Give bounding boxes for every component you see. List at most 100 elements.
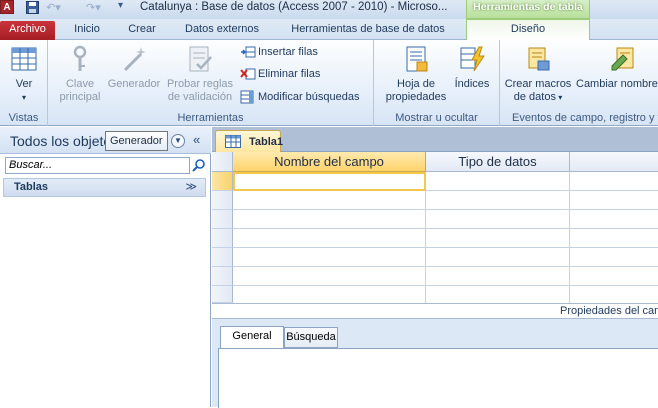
description-cell[interactable]: [570, 191, 658, 210]
hoja-propiedades-button[interactable]: Hoja de propiedades: [378, 44, 454, 104]
group-mostrar-ocultar: Hoja de propiedades Índices Mostrar u oc…: [374, 40, 500, 126]
data-type-cell[interactable]: [426, 191, 570, 210]
probar-reglas-button[interactable]: Probar reglas de validación: [162, 44, 238, 104]
corner-select[interactable]: [212, 152, 233, 172]
modificar-busquedas-button[interactable]: Modificar búsquedas: [240, 88, 360, 106]
tab-diseno[interactable]: Diseño: [466, 19, 590, 40]
cambiar-label: Cambiar nombre/Eliminar: [576, 78, 658, 90]
undo-icon[interactable]: ↶▾: [46, 1, 61, 15]
generador-button[interactable]: Generador: [104, 44, 164, 91]
column-header-descripcion[interactable]: [570, 152, 658, 172]
eliminar-label: Eliminar filas: [258, 68, 321, 80]
description-cell[interactable]: [570, 229, 658, 248]
rename-macro-icon: [611, 47, 634, 71]
nav-group-label: Tablas: [14, 181, 49, 193]
tab-datos-externos[interactable]: Datos externos: [174, 21, 270, 40]
column-header-nombre[interactable]: Nombre del campo: [233, 152, 426, 172]
group-eventos: Crear macros de datos ▾ Cambiar nombre/E…: [500, 40, 658, 126]
nav-group-tablas[interactable]: Tablas ≫: [3, 178, 206, 197]
properties-body: [218, 348, 658, 408]
contextual-tab-group: Herramientas de tabla: [466, 0, 590, 19]
data-type-cell[interactable]: [426, 248, 570, 267]
navigation-pane: Todos los objetos de Access Generador ▼ …: [0, 127, 211, 407]
insertar-label: Insertar filas: [258, 46, 318, 58]
ver-button[interactable]: Ver ▾: [4, 44, 44, 104]
lightning-index-icon: [460, 46, 485, 72]
save-icon[interactable]: [26, 1, 39, 15]
tab-general[interactable]: General: [220, 326, 284, 348]
row-selector[interactable]: [212, 172, 233, 191]
access-app-icon[interactable]: A: [0, 0, 14, 14]
nav-dropdown-icon[interactable]: ▼: [171, 134, 185, 148]
key-icon: [73, 45, 87, 71]
nav-search-input[interactable]: Buscar...: [5, 157, 190, 174]
validation-icon: [189, 46, 212, 72]
field-name-cell[interactable]: [233, 191, 426, 210]
data-type-cell[interactable]: [426, 229, 570, 248]
row-selector[interactable]: [212, 191, 233, 210]
nav-pane-header[interactable]: Todos los objetos de Access Generador ▼ …: [0, 127, 211, 154]
group-herramientas: Clave principal Generador Probar reglas …: [48, 40, 374, 126]
ribbon-tabs: Archivo Inicio Crear Datos externos Herr…: [0, 19, 658, 40]
title-bar: A ↶▾ ↷▾ ▾ Catalunya : Base de datos (Acc…: [0, 0, 658, 19]
data-type-cell[interactable]: [426, 210, 570, 229]
insertar-filas-button[interactable]: Insertar filas: [240, 43, 318, 61]
eliminar-filas-button[interactable]: Eliminar filas: [240, 65, 320, 83]
modificar-label: Modificar búsquedas: [258, 91, 360, 103]
group-vistas: Ver ▾ Vistas: [0, 40, 48, 126]
probar-label: Probar reglas de validación: [166, 78, 234, 103]
field-name-cell[interactable]: [233, 210, 426, 229]
chevron-up-icon[interactable]: ≫: [185, 180, 197, 193]
description-cell[interactable]: [570, 248, 658, 267]
field-name-cell[interactable]: [233, 267, 426, 286]
customize-qat-icon[interactable]: ▾: [118, 0, 123, 14]
tab-crear[interactable]: Crear: [118, 21, 166, 40]
indices-label: Índices: [454, 78, 490, 90]
insert-rows-icon: [241, 46, 256, 58]
delete-rows-icon: [240, 68, 256, 80]
row-selector[interactable]: [212, 229, 233, 248]
nav-collapse-icon[interactable]: «: [193, 132, 200, 147]
data-type-cell[interactable]: [426, 172, 570, 191]
wand-icon: [123, 47, 146, 72]
description-cell[interactable]: [570, 210, 658, 229]
property-sheet-icon: [406, 46, 428, 72]
search-icon[interactable]: [192, 158, 206, 172]
crear-macros-button[interactable]: Crear macros de datos ▾: [502, 44, 574, 104]
row-selector[interactable]: [212, 210, 233, 229]
field-name-cell[interactable]: [233, 229, 426, 248]
description-cell[interactable]: [570, 286, 658, 303]
clave-principal-button[interactable]: Clave principal: [54, 44, 106, 104]
cambiar-nombre-button[interactable]: Cambiar nombre/Eliminar: [576, 44, 658, 91]
row-selector[interactable]: [212, 248, 233, 267]
description-cell[interactable]: [570, 267, 658, 286]
tab-tabla1[interactable]: Tabla1: [215, 130, 283, 152]
clave-label: Clave principal: [59, 78, 101, 103]
column-header-tipo[interactable]: Tipo de datos: [426, 152, 570, 172]
field-properties-panel: General Búsqueda: [212, 318, 658, 408]
tab-busqueda[interactable]: Búsqueda: [284, 327, 338, 348]
indices-button[interactable]: Índices: [452, 44, 492, 91]
field-name-cell[interactable]: [233, 286, 426, 303]
field-name-cell-active[interactable]: [233, 172, 426, 191]
group-label-mostrar: Mostrar u ocultar: [395, 112, 478, 124]
generador-label: Generador: [107, 78, 161, 90]
tab-archivo[interactable]: Archivo: [0, 21, 55, 40]
data-type-cell[interactable]: [426, 267, 570, 286]
window-title: Catalunya : Base de datos (Access 2007 -…: [140, 1, 448, 13]
ver-label: Ver: [15, 78, 33, 90]
field-properties-label: Propiedades del campo: [560, 305, 658, 317]
row-selector[interactable]: [212, 267, 233, 286]
description-cell[interactable]: [570, 172, 658, 191]
table-view-icon: [11, 47, 37, 71]
ribbon: Ver ▾ Vistas Clave principal Generador Pr…: [0, 40, 658, 126]
data-type-cell[interactable]: [426, 286, 570, 303]
document-area: Tabla1 Nombre del campo Tipo de datos Pr…: [212, 127, 658, 408]
document-tabs: Tabla1: [212, 127, 658, 152]
row-selector[interactable]: [212, 286, 233, 303]
tab-herramientas-bd[interactable]: Herramientas de base de datos: [280, 21, 456, 40]
tab-inicio[interactable]: Inicio: [64, 21, 110, 40]
redo-icon[interactable]: ↷▾: [86, 1, 101, 15]
nav-pane-title[interactable]: Todos los objetos de Access: [10, 133, 106, 149]
field-name-cell[interactable]: [233, 248, 426, 267]
